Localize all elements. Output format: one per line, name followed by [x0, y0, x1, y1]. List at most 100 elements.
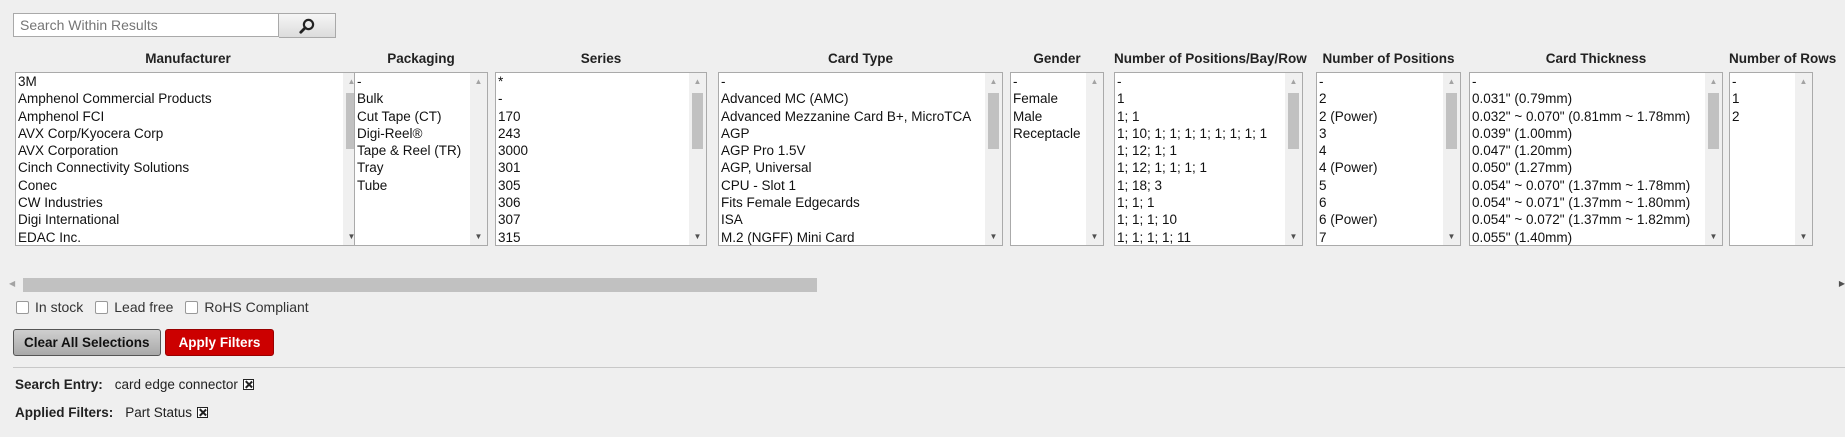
- listbox-option[interactable]: 0.054" ~ 0.070" (1.37mm ~ 1.78mm): [1472, 177, 1703, 194]
- listbox-option[interactable]: Conec: [18, 177, 341, 194]
- filter-listbox[interactable]: - Bulk Cut Tape (CT) Digi-Reel® Tape & Reel …: [354, 72, 488, 246]
- listbox-option[interactable]: -: [1013, 73, 1084, 90]
- listbox-option[interactable]: -: [1319, 73, 1441, 90]
- listbox-option[interactable]: 6: [1319, 194, 1441, 211]
- scroll-up-arrow-icon[interactable]: ▲: [1443, 73, 1460, 90]
- scroll-down-arrow-icon[interactable]: ▼: [470, 228, 487, 245]
- scroll-up-arrow-icon[interactable]: ▲: [1705, 73, 1722, 90]
- scroll-up-arrow-icon[interactable]: ▲: [1795, 73, 1812, 90]
- scroll-up-arrow-icon[interactable]: ▲: [1285, 73, 1302, 90]
- listbox-option[interactable]: AGP: [721, 125, 983, 142]
- listbox-option[interactable]: *: [498, 73, 687, 90]
- listbox-option[interactable]: M.2 (NGFF) Mini Card: [721, 229, 983, 245]
- listbox-option[interactable]: Advanced MC (AMC): [721, 90, 983, 107]
- search-input[interactable]: [13, 13, 279, 37]
- scroll-down-arrow-icon[interactable]: ▼: [1443, 228, 1460, 245]
- listbox-option[interactable]: 0.054" ~ 0.072" (1.37mm ~ 1.82mm): [1472, 211, 1703, 228]
- scroll-up-arrow-icon[interactable]: ▲: [985, 73, 1002, 90]
- listbox-option[interactable]: 2: [1732, 108, 1793, 125]
- horizontal-scroll-thumb[interactable]: [23, 278, 817, 292]
- scroll-up-arrow-icon[interactable]: ▲: [689, 73, 706, 90]
- listbox-option[interactable]: 0.031" (0.79mm): [1472, 90, 1703, 107]
- listbox-option[interactable]: Tray: [357, 159, 468, 176]
- scroll-down-arrow-icon[interactable]: ▼: [1285, 228, 1302, 245]
- scroll-thumb[interactable]: [692, 93, 703, 149]
- listbox-option[interactable]: 170: [498, 108, 687, 125]
- listbox-option[interactable]: 305: [498, 177, 687, 194]
- listbox-option[interactable]: 1; 1; 1: [1117, 194, 1283, 211]
- scroll-down-arrow-icon[interactable]: ▼: [985, 228, 1002, 245]
- listbox-option[interactable]: Tape & Reel (TR): [357, 142, 468, 159]
- filter-listbox[interactable]: - Advanced MC (AMC) Advanced Mezzanine Car…: [718, 72, 1003, 246]
- listbox-option[interactable]: CW Industries: [18, 194, 341, 211]
- listbox-option[interactable]: -: [1472, 73, 1703, 90]
- listbox-option[interactable]: AGP Pro 1.5V: [721, 142, 983, 159]
- listbox-option[interactable]: Digi International: [18, 211, 341, 228]
- remove-search-entry-icon[interactable]: [242, 379, 254, 390]
- listbox-scrollbar[interactable]: ▲ ▼: [1443, 73, 1460, 245]
- listbox-scrollbar[interactable]: ▲ ▼: [1086, 73, 1103, 245]
- listbox-option[interactable]: 0.054" ~ 0.071" (1.37mm ~ 1.80mm): [1472, 194, 1703, 211]
- filter-listbox[interactable]: 3M Amphenol Commercial Products Amphenol F…: [15, 72, 361, 246]
- scroll-down-arrow-icon[interactable]: ▼: [689, 228, 706, 245]
- listbox-scrollbar[interactable]: ▲ ▼: [985, 73, 1002, 245]
- checkbox-rohs-compliant[interactable]: RoHS Compliant: [185, 299, 309, 315]
- scroll-thumb[interactable]: [1288, 93, 1299, 149]
- scroll-down-arrow-icon[interactable]: ▼: [1086, 228, 1103, 245]
- listbox-option[interactable]: -: [357, 73, 468, 90]
- listbox-option[interactable]: CPU - Slot 1: [721, 177, 983, 194]
- listbox-option[interactable]: Receptacle: [1013, 125, 1084, 142]
- listbox-option[interactable]: 5: [1319, 177, 1441, 194]
- listbox-scrollbar[interactable]: ▲ ▼: [470, 73, 487, 245]
- listbox-option[interactable]: 243: [498, 125, 687, 142]
- search-button[interactable]: [279, 13, 336, 38]
- listbox-option[interactable]: 4 (Power): [1319, 159, 1441, 176]
- checkbox-icon[interactable]: [16, 300, 29, 314]
- listbox-option[interactable]: Digi-Reel®: [357, 125, 468, 142]
- listbox-option[interactable]: Amphenol FCI: [18, 108, 341, 125]
- listbox-option[interactable]: 4: [1319, 142, 1441, 159]
- filter-listbox[interactable]: - Female Male Receptacle ▲ ▼: [1010, 72, 1104, 246]
- listbox-option[interactable]: AGP, Universal: [721, 159, 983, 176]
- listbox-option[interactable]: -: [498, 90, 687, 107]
- listbox-option[interactable]: -: [1732, 73, 1793, 90]
- listbox-option[interactable]: 1; 18; 3: [1117, 177, 1283, 194]
- remove-applied-filter-icon[interactable]: [197, 407, 209, 418]
- listbox-option[interactable]: 0.055" (1.40mm): [1472, 229, 1703, 245]
- listbox-option[interactable]: 0.039" (1.00mm): [1472, 125, 1703, 142]
- listbox-option[interactable]: 1; 1; 1; 1; 11: [1117, 229, 1283, 245]
- listbox-option[interactable]: Cut Tape (CT): [357, 108, 468, 125]
- horizontal-scrollbar[interactable]: ◀ ▶: [9, 277, 1845, 293]
- scroll-thumb[interactable]: [1708, 93, 1719, 149]
- listbox-scrollbar[interactable]: ▲ ▼: [1285, 73, 1302, 245]
- scroll-right-arrow-icon[interactable]: ▶: [1839, 279, 1845, 288]
- listbox-option[interactable]: AVX Corp/Kyocera Corp: [18, 125, 341, 142]
- filter-listbox[interactable]: -22 (Power) 3 4 4 (Power) 5 6 6 (Power) 7 ▲ ▼: [1316, 72, 1461, 246]
- listbox-option[interactable]: Fits Female Edgecards: [721, 194, 983, 211]
- listbox-option[interactable]: 2: [1319, 90, 1441, 107]
- listbox-option[interactable]: 1; 12; 1; 1; 1; 1: [1117, 159, 1283, 176]
- listbox-scrollbar[interactable]: ▲ ▼: [689, 73, 706, 245]
- checkbox-lead-free[interactable]: Lead free: [95, 299, 173, 315]
- listbox-option[interactable]: ISA: [721, 211, 983, 228]
- listbox-option[interactable]: 1; 1: [1117, 108, 1283, 125]
- listbox-option[interactable]: 3M: [18, 73, 341, 90]
- listbox-option[interactable]: -: [1117, 73, 1283, 90]
- listbox-option[interactable]: -: [721, 73, 983, 90]
- listbox-option[interactable]: 1: [1117, 90, 1283, 107]
- listbox-option[interactable]: 3000: [498, 142, 687, 159]
- scroll-up-arrow-icon[interactable]: ▲: [470, 73, 487, 90]
- listbox-scrollbar[interactable]: ▲ ▼: [1705, 73, 1722, 245]
- listbox-option[interactable]: 1; 10; 1; 1; 1; 1; 1; 1; 1; 1: [1117, 125, 1283, 142]
- scroll-thumb[interactable]: [1446, 93, 1457, 149]
- filter-listbox[interactable]: -1 2 ▲ ▼: [1729, 72, 1813, 246]
- listbox-option[interactable]: 1; 1; 1; 10: [1117, 211, 1283, 228]
- scroll-down-arrow-icon[interactable]: ▼: [1795, 228, 1812, 245]
- listbox-option[interactable]: 1; 12; 1; 1: [1117, 142, 1283, 159]
- listbox-option[interactable]: 306: [498, 194, 687, 211]
- listbox-option[interactable]: Cinch Connectivity Solutions: [18, 159, 341, 176]
- listbox-option[interactable]: 1: [1732, 90, 1793, 107]
- listbox-option[interactable]: Bulk: [357, 90, 468, 107]
- filter-listbox[interactable]: * -170 243 3000 301 305 306 307 315 ▲ ▼: [495, 72, 707, 246]
- listbox-option[interactable]: 6 (Power): [1319, 211, 1441, 228]
